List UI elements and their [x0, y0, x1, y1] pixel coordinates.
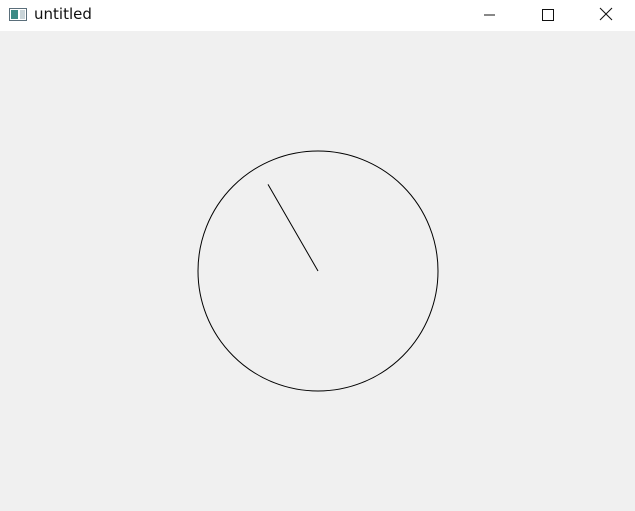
minimize-icon: [484, 6, 496, 25]
window-app-icon[interactable]: [9, 6, 27, 21]
minimize-button[interactable]: [461, 0, 519, 31]
app-window: untitled: [0, 0, 635, 511]
title-bar[interactable]: untitled: [0, 0, 635, 31]
close-button[interactable]: [577, 0, 635, 31]
maximize-button[interactable]: [519, 0, 577, 31]
drawing-area: [0, 31, 635, 511]
clock-hand: [267, 184, 319, 272]
window-title: untitled: [34, 5, 92, 23]
maximize-icon: [542, 6, 554, 25]
close-icon: [599, 6, 613, 25]
clock-canvas: [197, 150, 439, 392]
